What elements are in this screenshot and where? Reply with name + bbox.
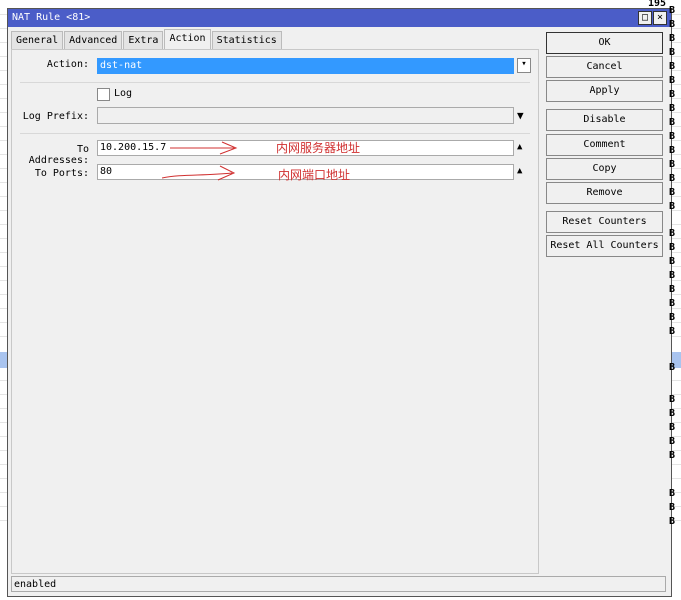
bg-cell: B <box>669 312 676 323</box>
tab-statistics[interactable]: Statistics <box>211 31 282 49</box>
bg-cell: B <box>669 75 676 86</box>
bg-cell: B <box>669 408 676 419</box>
cancel-button[interactable]: Cancel <box>546 56 663 78</box>
bg-cell: B <box>669 326 676 337</box>
status-bar: enabled <box>11 576 666 592</box>
bg-cell: B <box>669 488 676 499</box>
bg-cell: B <box>669 5 676 16</box>
disable-button[interactable]: Disable <box>546 109 663 131</box>
dropdown-icon[interactable]: ▼ <box>517 109 524 122</box>
bg-cell: B <box>669 270 676 281</box>
tab-action[interactable]: Action <box>164 29 211 50</box>
bg-cell: B <box>669 117 676 128</box>
bg-cell: B <box>669 284 676 295</box>
bg-cell: B <box>669 362 676 373</box>
collapse-icon[interactable]: ▲ <box>517 166 522 176</box>
bg-cell: B <box>669 145 676 156</box>
bg-cell: B <box>669 19 676 30</box>
action-label: Action: <box>46 59 89 70</box>
ok-button[interactable]: OK <box>546 32 663 54</box>
bg-cell: B <box>669 502 676 513</box>
window-title: NAT Rule <81> <box>12 12 91 23</box>
nat-rule-dialog: NAT Rule <81> □ × General Advanced Extra… <box>7 8 672 597</box>
bg-cell: B <box>669 33 676 44</box>
bg-cell: B <box>669 201 676 212</box>
to-ports-label: To Ports: <box>34 168 89 179</box>
maximize-icon[interactable]: □ <box>638 11 652 25</box>
log-prefix-input[interactable] <box>97 107 514 124</box>
tab-extra[interactable]: Extra <box>123 31 164 49</box>
comment-button[interactable]: Comment <box>546 134 663 156</box>
log-prefix-label: Log Prefix: <box>22 111 89 122</box>
bg-cell: B <box>669 173 676 184</box>
divider <box>20 133 530 134</box>
remove-button[interactable]: Remove <box>546 182 663 204</box>
bg-cell: B <box>669 89 676 100</box>
dropdown-icon[interactable]: ▾ <box>517 58 531 73</box>
bg-cell: B <box>669 436 676 447</box>
bg-cell: B <box>669 298 676 309</box>
copy-button[interactable]: Copy <box>546 158 663 180</box>
bg-cell: B <box>669 516 676 527</box>
divider <box>20 82 530 83</box>
bg-cell: B <box>669 394 676 405</box>
bg-cell: B <box>669 187 676 198</box>
address-annotation: 内网服务器地址 <box>276 141 361 155</box>
action-panel: Action: dst-nat ▾ Log Log Prefix: ▼ To A… <box>11 49 539 574</box>
bg-cell: B <box>669 256 676 267</box>
to-addresses-label: To Addresses: <box>28 144 89 166</box>
apply-button[interactable]: Apply <box>546 80 663 102</box>
action-select[interactable]: dst-nat <box>97 58 514 74</box>
port-annotation: 内网端口地址 <box>278 168 351 182</box>
collapse-icon[interactable]: ▲ <box>517 142 522 152</box>
bg-cell: B <box>669 242 676 253</box>
reset-counters-button[interactable]: Reset Counters <box>546 211 663 233</box>
bg-cell: B <box>669 450 676 461</box>
log-checkbox[interactable] <box>97 88 110 101</box>
log-label: Log <box>114 88 133 99</box>
bg-cell: B <box>669 422 676 433</box>
bg-cell: B <box>669 228 676 239</box>
reset-all-counters-button[interactable]: Reset All Counters <box>546 235 663 257</box>
bg-cell: B <box>669 47 676 58</box>
close-icon[interactable]: × <box>653 11 667 25</box>
tab-advanced[interactable]: Advanced <box>64 31 123 49</box>
bg-cell: B <box>669 159 676 170</box>
bg-cell: B <box>669 61 676 72</box>
title-bar[interactable]: NAT Rule <81> □ × <box>8 9 671 27</box>
bg-cell: B <box>669 103 676 114</box>
tab-bar: General Advanced Extra Action Statistics <box>11 29 283 50</box>
bg-cell: B <box>669 131 676 142</box>
tab-general[interactable]: General <box>11 31 64 49</box>
arrow-annotation-icon <box>162 141 238 181</box>
